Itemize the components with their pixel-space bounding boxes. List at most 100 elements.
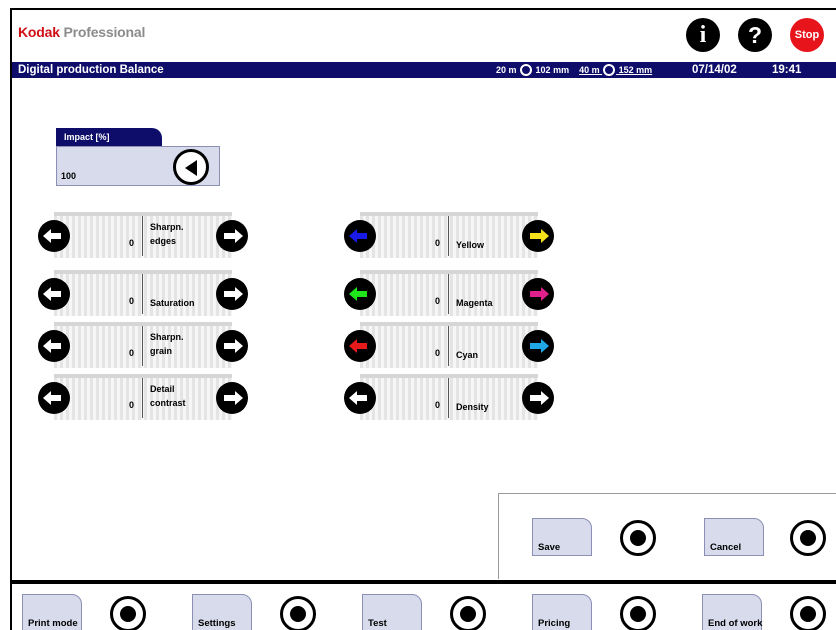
impact-control: 100 Impact [%] xyxy=(56,128,220,186)
adjust-label: Cyan xyxy=(456,350,479,360)
increase-button[interactable] xyxy=(522,330,554,362)
cancel-go-icon[interactable] xyxy=(790,520,826,556)
arrow-right-icon xyxy=(235,339,243,353)
arrow-shaft xyxy=(530,395,542,401)
stop-button[interactable]: Stop xyxy=(790,18,824,52)
arrow-shaft xyxy=(49,291,61,297)
decrease-button[interactable] xyxy=(38,382,70,414)
info-icon: i xyxy=(699,21,707,48)
decrease-button[interactable] xyxy=(344,278,376,310)
divider-bar xyxy=(12,580,836,584)
date-display: 07/14/02 xyxy=(692,64,737,76)
nav-label: End of work xyxy=(708,618,763,629)
nav-label: Test xyxy=(368,618,387,629)
divider xyxy=(448,378,449,418)
end-of-work-go-icon[interactable] xyxy=(790,596,826,630)
media-1-length: 20 m xyxy=(496,65,517,75)
adjust-sharpness-grain: 0 Sharpn. grain xyxy=(38,322,250,368)
media-2-length: 40 m xyxy=(579,65,600,75)
divider xyxy=(448,326,449,366)
adjust-label: Sharpn. grain xyxy=(150,332,184,356)
test-go-icon[interactable] xyxy=(450,596,486,630)
increase-button[interactable] xyxy=(216,382,248,414)
arrow-right-icon xyxy=(541,287,549,301)
increase-button[interactable] xyxy=(522,220,554,252)
increase-button[interactable] xyxy=(216,220,248,252)
save-label: Save xyxy=(538,542,561,553)
arrow-shaft xyxy=(530,291,542,297)
divider xyxy=(448,216,449,256)
pricing-go-icon[interactable] xyxy=(620,596,656,630)
decrease-button[interactable] xyxy=(344,382,376,414)
increase-button[interactable] xyxy=(216,330,248,362)
adjust-label: Detail contrast xyxy=(150,384,186,408)
adjust-label: Sharpn. edges xyxy=(150,222,184,246)
increase-button[interactable] xyxy=(522,278,554,310)
impact-field[interactable]: 100 xyxy=(56,146,220,186)
arrow-shaft xyxy=(224,291,236,297)
info-button[interactable]: i xyxy=(686,18,720,52)
impact-select-button[interactable] xyxy=(173,149,209,185)
print-mode-go-icon[interactable] xyxy=(110,596,146,630)
adjust-value: 0 xyxy=(128,348,134,358)
help-button[interactable]: ? xyxy=(738,18,772,52)
adjust-value: 0 xyxy=(434,238,440,248)
divider xyxy=(142,216,143,256)
arrow-right-icon xyxy=(541,391,549,405)
decrease-button[interactable] xyxy=(38,330,70,362)
arrow-right-icon xyxy=(541,229,549,243)
brand-kodak: Kodak xyxy=(18,24,60,40)
adjust-value: 0 xyxy=(434,296,440,306)
adjust-detail-contrast: 0 Detail contrast xyxy=(38,374,250,420)
spool-icon xyxy=(603,64,616,76)
decrease-button[interactable] xyxy=(344,220,376,252)
arrow-shaft xyxy=(49,233,61,239)
arrow-right-icon xyxy=(541,339,549,353)
page-title: Digital production Balance xyxy=(18,64,164,76)
increase-button[interactable] xyxy=(522,382,554,414)
adjust-cyan: 0 Cyan xyxy=(344,322,556,368)
adjust-saturation: 0 Saturation xyxy=(38,270,250,316)
impact-value: 100 xyxy=(61,171,77,181)
arrow-shaft xyxy=(530,233,542,239)
brand-professional: Professional xyxy=(63,24,146,40)
adjust-value: 0 xyxy=(434,400,440,410)
arrow-shaft xyxy=(49,343,61,349)
arrow-shaft xyxy=(224,343,236,349)
arrow-shaft xyxy=(355,233,367,239)
arrow-right-icon xyxy=(235,287,243,301)
nav-label: Print mode xyxy=(28,618,78,629)
adjust-label: Saturation xyxy=(150,298,195,308)
adjust-value: 0 xyxy=(434,348,440,358)
adjust-density: 0 Density xyxy=(344,374,556,420)
help-icon: ? xyxy=(747,21,763,48)
media-1-width: 102 mm xyxy=(535,65,570,75)
adjust-value: 0 xyxy=(128,238,134,248)
stop-label: Stop xyxy=(794,29,820,41)
nav-label: Settings xyxy=(198,618,236,629)
divider xyxy=(142,326,143,366)
impact-label: Impact [%] xyxy=(56,128,162,146)
decrease-button[interactable] xyxy=(38,278,70,310)
settings-go-icon[interactable] xyxy=(280,596,316,630)
adjust-yellow: 0 Yellow xyxy=(344,212,556,258)
adjust-sharpness-edges: 0 Sharpn. edges xyxy=(38,212,250,258)
adjust-label: Yellow xyxy=(456,240,485,250)
increase-button[interactable] xyxy=(216,278,248,310)
time-display: 19:41 xyxy=(772,64,802,76)
arrow-shaft xyxy=(355,291,367,297)
arrow-shaft xyxy=(530,343,542,349)
divider xyxy=(142,378,143,418)
adjust-value: 0 xyxy=(128,400,134,410)
adjust-label: Magenta xyxy=(456,298,493,308)
decrease-button[interactable] xyxy=(38,220,70,252)
arrow-shaft xyxy=(224,233,236,239)
decrease-button[interactable] xyxy=(344,330,376,362)
arrow-shaft xyxy=(49,395,61,401)
adjust-magenta: 0 Magenta xyxy=(344,270,556,316)
save-go-icon[interactable] xyxy=(620,520,656,556)
divider xyxy=(142,274,143,314)
arrow-shaft xyxy=(355,343,367,349)
media-2-width: 152 mm xyxy=(618,65,653,75)
title-bar: Digital production Balance 20 m 102 mm 4… xyxy=(12,62,836,78)
